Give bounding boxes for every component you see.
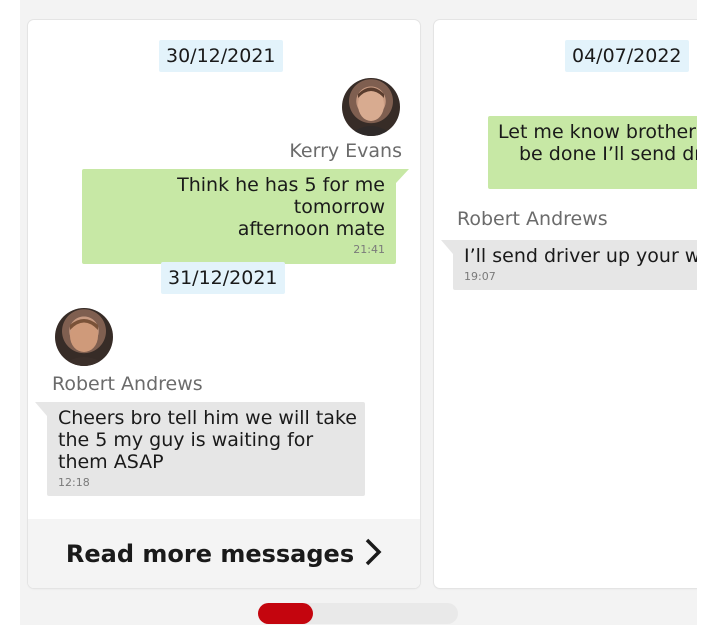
avatar-robert-andrews [55, 308, 113, 366]
message-text-line: them ASAP [58, 451, 164, 473]
message-text-line: Let me know brother [498, 121, 696, 143]
incoming-message-bubble[interactable]: I’ll send driver up your wa 19:07 [441, 240, 697, 290]
date-chip: 30/12/2021 [159, 40, 283, 72]
carousel-pager[interactable] [258, 603, 458, 624]
sender-name: Robert Andrews [52, 373, 203, 395]
outgoing-message-bubble[interactable]: Think he has 5 for me tomorrow afternoon… [82, 169, 409, 264]
message-text-line: I’ll send driver up your wa [464, 245, 697, 267]
viewport-edge [697, 0, 717, 625]
avatar-kerry-evans [342, 78, 400, 136]
message-card[interactable]: 04/07/2022 Let me know brother be done I… [434, 20, 697, 588]
outgoing-message-bubble[interactable]: Let me know brother be done I’ll send dr [488, 116, 697, 189]
chevron-right-icon [364, 538, 382, 570]
message-timestamp: 21:41 [353, 243, 385, 256]
message-text-line: be done I’ll send dr [519, 143, 697, 165]
message-text-line: Cheers bro tell him we will take [58, 407, 357, 429]
date-chip: 04/07/2022 [565, 40, 689, 72]
message-card: 30/12/2021 Kerry Evans Think he has 5 fo… [28, 20, 420, 588]
sender-name: Robert Andrews [457, 208, 608, 230]
pager-active-indicator[interactable] [258, 603, 313, 624]
message-text-line: Think he has 5 for me tomorrow [177, 174, 385, 218]
message-text-line: afternoon mate [237, 218, 385, 240]
read-more-label: Read more messages [65, 539, 355, 568]
message-carousel: 30/12/2021 Kerry Evans Think he has 5 fo… [20, 0, 697, 625]
incoming-message-bubble[interactable]: Cheers bro tell him we will take the 5 m… [35, 402, 365, 496]
message-text-line: the 5 my guy is waiting for [58, 429, 314, 451]
sender-name: Kerry Evans [289, 140, 402, 162]
message-timestamp: 12:18 [58, 476, 90, 489]
read-more-messages-button[interactable]: Read more messages [28, 519, 420, 588]
message-timestamp: 19:07 [464, 270, 496, 283]
date-chip: 31/12/2021 [161, 262, 285, 294]
